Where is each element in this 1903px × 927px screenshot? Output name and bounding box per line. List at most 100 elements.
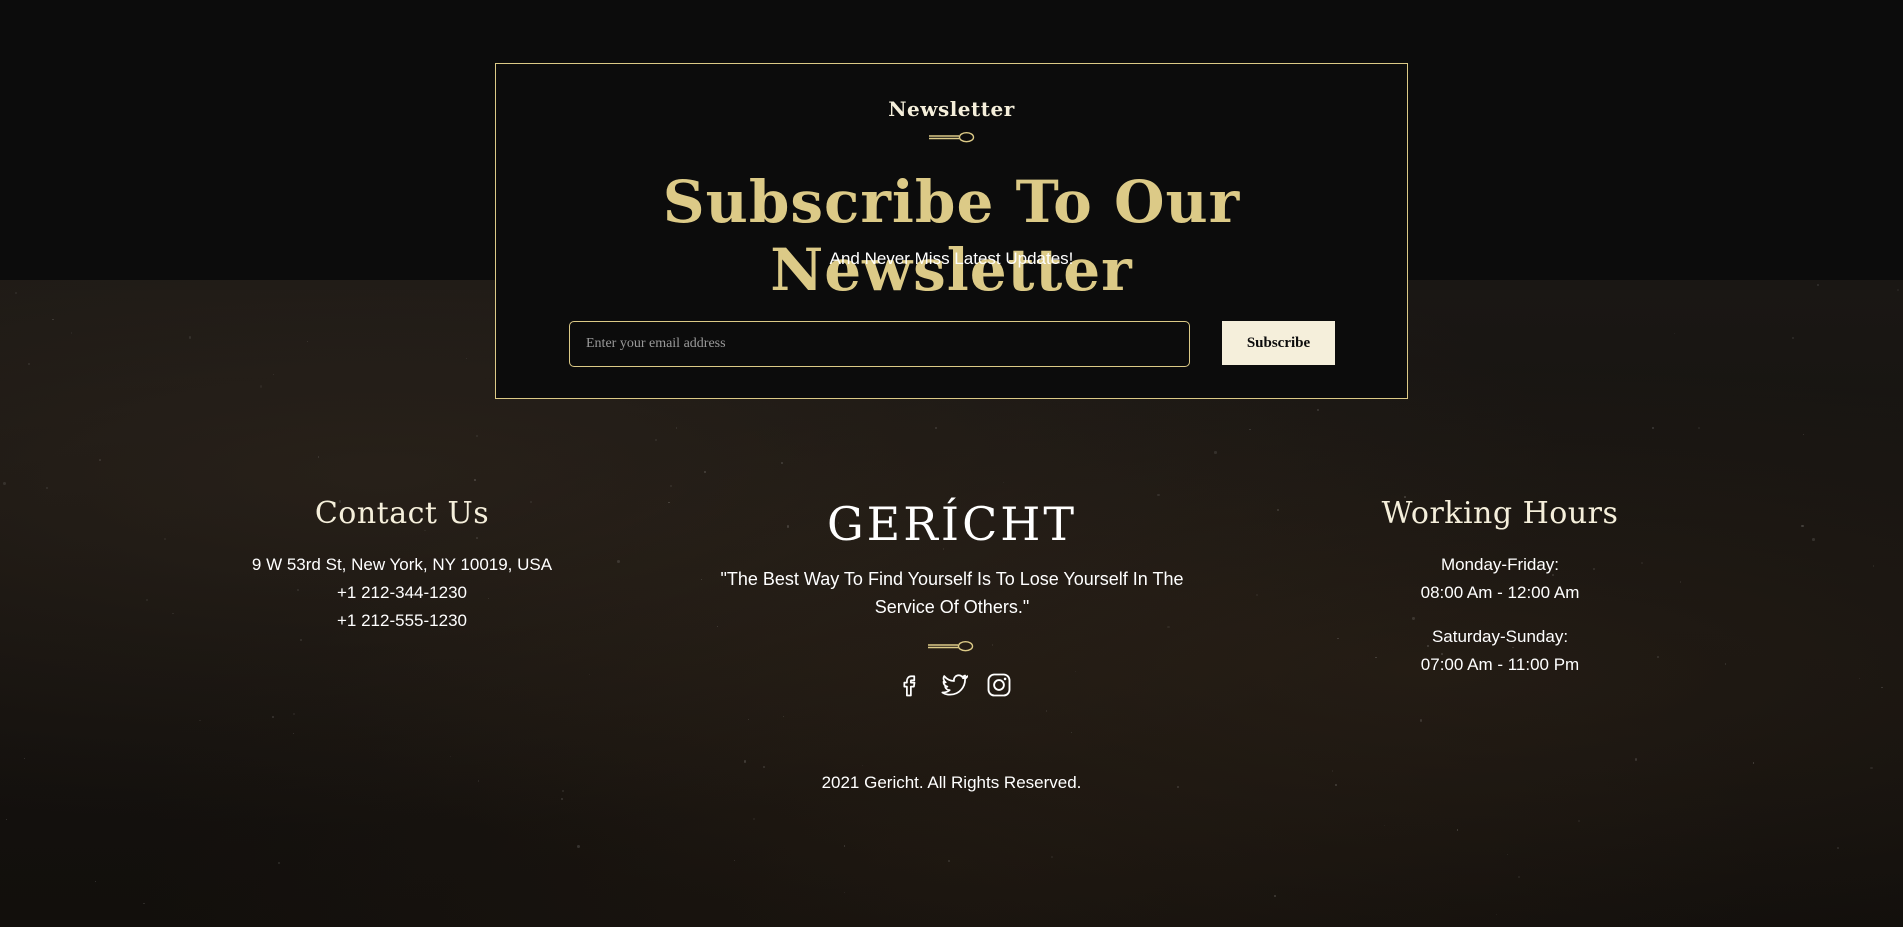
texture-speck (1419, 719, 1423, 722)
texture-speck (947, 860, 950, 863)
texture-speck (171, 612, 174, 615)
texture-speck (27, 363, 31, 366)
weekend-hours: 07:00 Am - 11:00 Pm (1420, 655, 1580, 674)
texture-speck (1837, 847, 1840, 849)
working-hours-title: Working Hours (1381, 496, 1619, 531)
texture-speck (1045, 709, 1048, 712)
texture-speck (733, 859, 736, 862)
texture-speck (300, 638, 303, 641)
texture-speck (98, 458, 101, 461)
texture-speck (45, 487, 48, 490)
newsletter-box: Newsletter Subscribe To Our Newsletter A… (495, 63, 1408, 399)
texture-speck (763, 765, 766, 768)
subscribe-button[interactable]: Subscribe (1222, 321, 1335, 365)
texture-speck (844, 891, 846, 893)
texture-speck (675, 427, 677, 429)
texture-speck (1002, 481, 1004, 483)
texture-speck (1249, 429, 1251, 431)
texture-speck (1276, 508, 1280, 512)
texture-speck (24, 757, 26, 759)
texture-speck (306, 340, 308, 342)
texture-speck (670, 485, 672, 487)
texture-speck (654, 438, 658, 442)
texture-speck (272, 716, 275, 719)
texture-speck (292, 713, 295, 716)
texture-speck (1897, 289, 1899, 291)
twitter-icon[interactable] (940, 671, 968, 699)
spoon-icon (928, 640, 974, 652)
texture-speck (1674, 333, 1676, 335)
texture-speck (259, 385, 263, 388)
texture-speck (783, 715, 785, 717)
texture-speck (1641, 562, 1644, 565)
texture-speck (1071, 731, 1073, 733)
working-hours-section: Working Hours Monday-Friday: 08:00 Am - … (1370, 496, 1630, 679)
contact-address: 9 W 53rd St, New York, NY 10019, USA (251, 555, 553, 574)
newsletter-heading: Subscribe To Our Newsletter (662, 168, 1241, 304)
newsletter-kicker: Newsletter (888, 97, 1015, 121)
brand-section: GERÍCHT "The Best Way To Find Yourself I… (700, 497, 1204, 621)
spoon-icon (929, 131, 975, 143)
texture-speck (164, 538, 167, 541)
texture-speck (780, 462, 783, 465)
texture-speck (588, 673, 590, 675)
texture-speck (278, 862, 281, 865)
texture-speck (1578, 819, 1581, 822)
texture-speck (1812, 538, 1815, 541)
texture-speck (1051, 856, 1054, 858)
texture-speck (743, 760, 746, 763)
weekend-label: Saturday-Sunday: (1431, 627, 1569, 646)
texture-speck (1507, 853, 1509, 855)
texture-speck (576, 845, 580, 848)
texture-speck (476, 435, 478, 437)
brand-quote: "The Best Way To Find Yourself Is To Los… (720, 569, 1184, 617)
texture-speck (1331, 770, 1334, 772)
texture-speck (293, 732, 295, 734)
texture-speck (1697, 426, 1701, 430)
texture-speck (1634, 758, 1638, 761)
texture-speck (1456, 829, 1459, 831)
texture-speck (143, 902, 146, 905)
texture-speck (1657, 655, 1660, 658)
texture-speck (273, 374, 275, 376)
texture-speck (1384, 824, 1386, 826)
texture-speck (716, 625, 719, 628)
texture-speck (1157, 493, 1161, 497)
texture-speck (1801, 524, 1804, 528)
texture-speck (466, 358, 468, 360)
texture-speck (1517, 875, 1521, 879)
texture-speck (934, 427, 938, 430)
texture-speck (199, 719, 201, 722)
texture-speck (14, 291, 17, 294)
contact-phone-1[interactable]: +1 212-344-1230 (230, 579, 574, 607)
texture-speck (52, 318, 54, 321)
texture-speck (1870, 766, 1873, 770)
texture-speck (747, 718, 750, 721)
texture-speck (1167, 625, 1170, 629)
texture-speck (5, 818, 7, 820)
texture-speck (1859, 678, 1861, 680)
texture-speck (1652, 427, 1655, 430)
texture-speck (1074, 671, 1076, 673)
texture-speck (1679, 581, 1682, 583)
texture-speck (145, 599, 148, 602)
texture-speck (1274, 894, 1276, 897)
contact-phone-2[interactable]: +1 212-555-1230 (230, 607, 574, 635)
instagram-icon[interactable] (985, 671, 1013, 699)
email-input[interactable] (569, 321, 1190, 367)
facebook-icon[interactable] (895, 671, 923, 699)
texture-speck (1255, 594, 1258, 597)
texture-speck (95, 881, 97, 883)
weekday-hours: 08:00 Am - 12:00 Am (1420, 583, 1580, 602)
brand-logo[interactable]: GERÍCHT (700, 497, 1204, 551)
texture-speck (1496, 914, 1498, 916)
weekday-label: Monday-Friday: (1440, 555, 1560, 574)
texture-speck (474, 479, 477, 482)
texture-speck (561, 798, 564, 801)
texture-speck (1880, 686, 1883, 689)
social-links (895, 670, 1013, 700)
texture-speck (1214, 451, 1217, 454)
texture-speck (1817, 284, 1819, 286)
texture-speck (617, 560, 621, 564)
texture-speck (318, 456, 320, 458)
